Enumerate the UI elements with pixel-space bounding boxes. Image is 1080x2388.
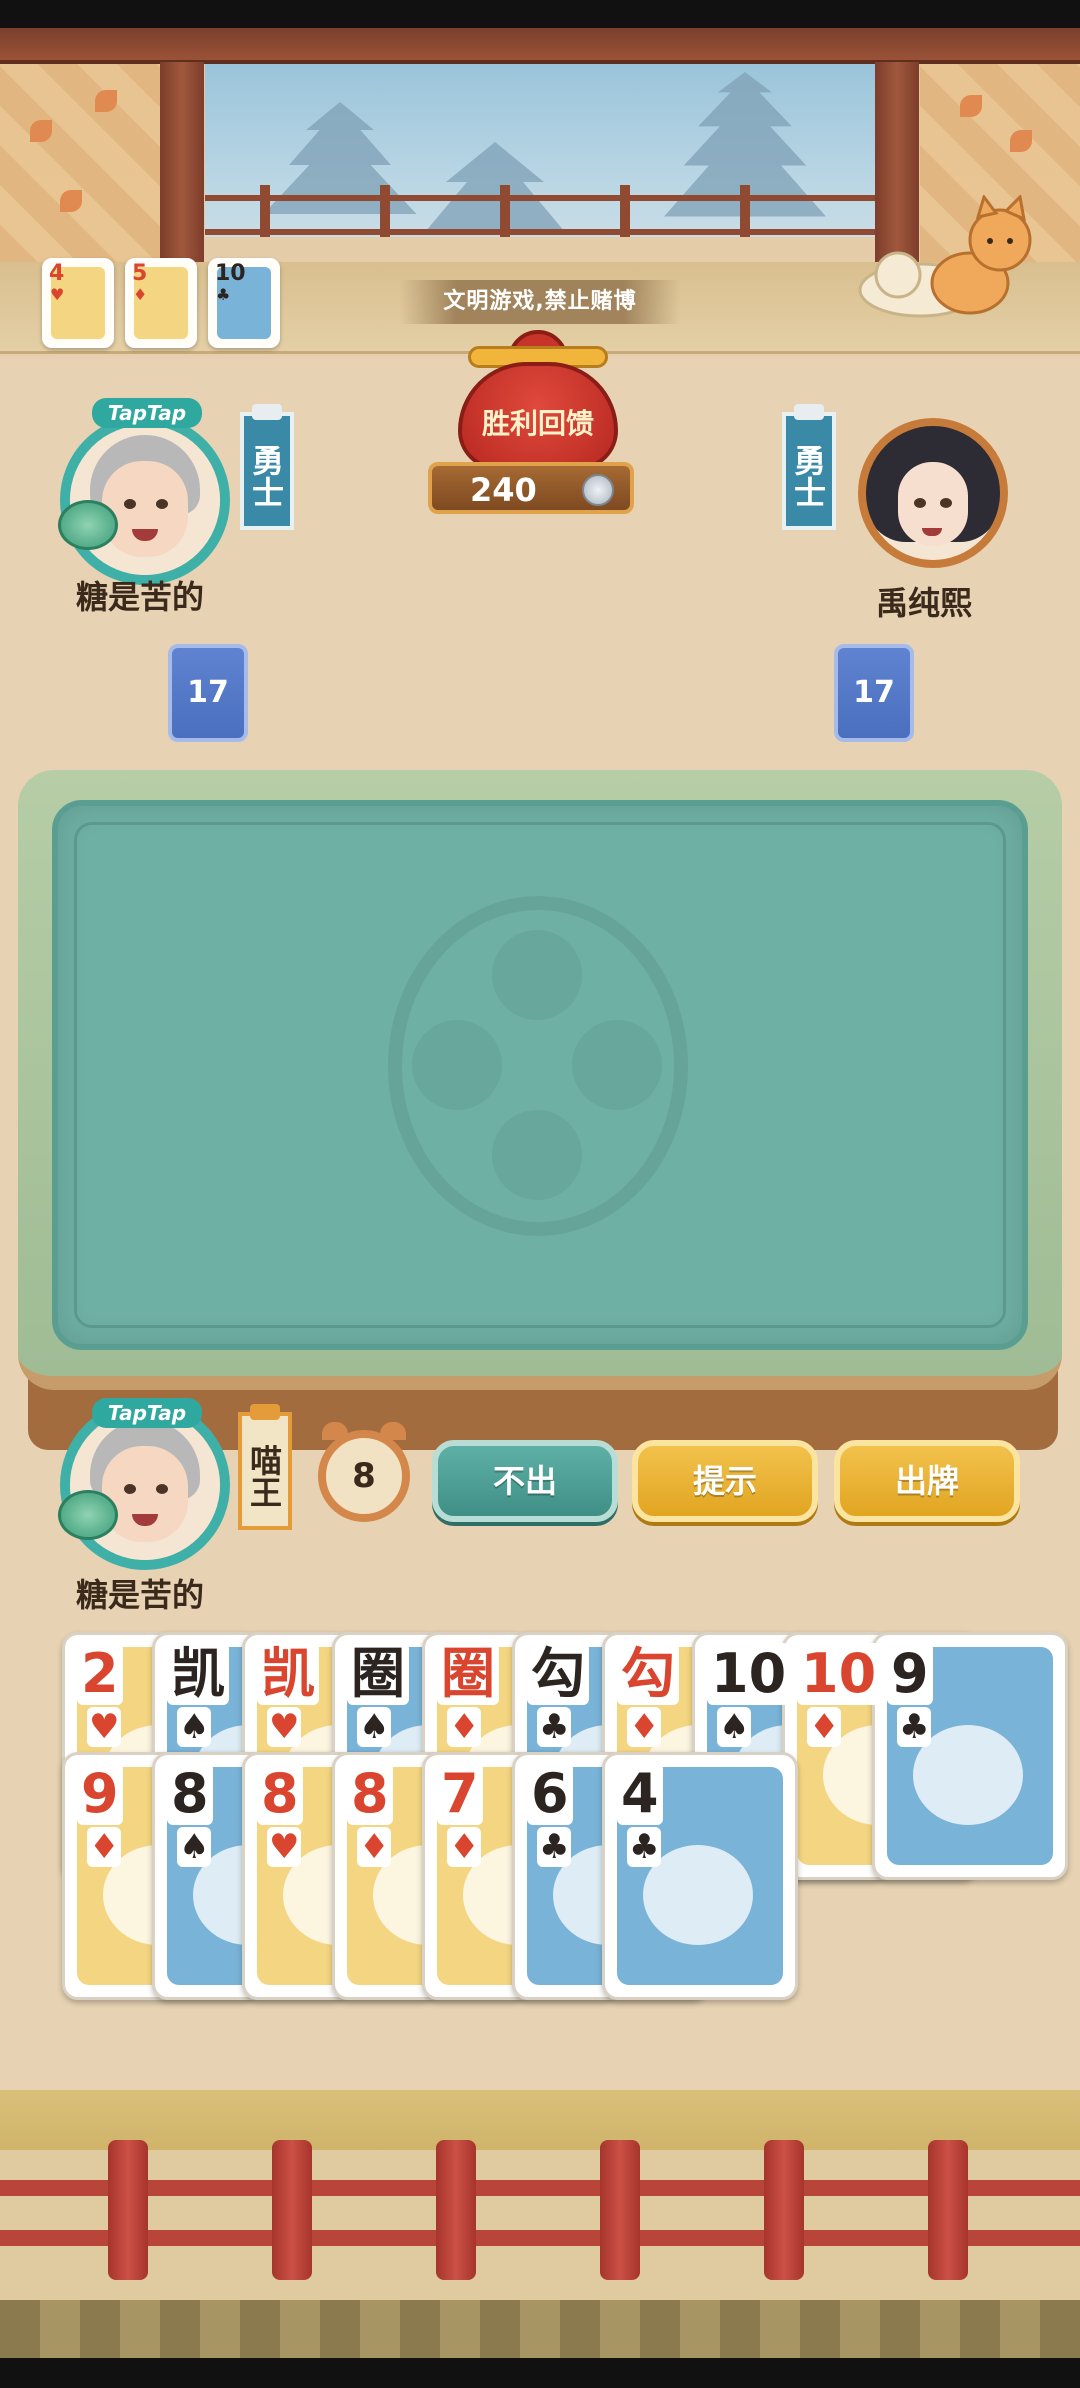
card-suit: ♦ <box>807 1707 842 1747</box>
nav-bar <box>0 2358 1080 2388</box>
fence-post <box>108 2140 148 2280</box>
leaf-decor <box>60 190 82 212</box>
leaf-decor <box>95 90 117 112</box>
card-suit: ♥ <box>267 1827 302 1867</box>
reward-amount-bar: 240 <box>428 462 634 514</box>
fence-post <box>272 2140 312 2280</box>
card-rank: 7 <box>437 1763 483 1825</box>
reward-amount: 240 <box>470 471 537 509</box>
railing-post <box>740 185 750 237</box>
last-played-card: 4 ♥ <box>42 258 114 348</box>
card-rank: 9 <box>77 1763 123 1825</box>
card-rank: 4 <box>49 261 65 286</box>
card-suit: ♥ <box>50 285 65 304</box>
card-suit: ♦ <box>627 1707 662 1747</box>
rank-tag-right: 勇士 <box>782 404 836 530</box>
last-played-card: 10 ♣ <box>208 258 280 348</box>
fence-rail <box>0 2180 1080 2196</box>
player-name-left: 糖是苦的 <box>76 578 205 616</box>
card-suit: ♠ <box>357 1707 392 1747</box>
fence-post <box>928 2140 968 2280</box>
hand-card[interactable]: 4 ♣ <box>602 1752 798 2000</box>
card-rank: 5 <box>132 261 148 286</box>
jade-decor <box>58 1490 118 1540</box>
card-rank: 勾 <box>617 1643 679 1705</box>
fence-post <box>600 2140 640 2280</box>
card-suit: ♥ <box>87 1707 122 1747</box>
cards-left-count: 17 <box>168 644 248 742</box>
card-suit: ♣ <box>627 1827 662 1867</box>
card-rank: 4 <box>617 1763 663 1825</box>
card-suit: ♦ <box>447 1827 482 1867</box>
card-suit: ♦ <box>133 285 148 304</box>
card-rank: 2 <box>77 1643 123 1705</box>
railing-post <box>380 185 390 237</box>
card-rank: 勾 <box>527 1643 589 1705</box>
card-suit: ♣ <box>216 285 231 304</box>
leaf-decor <box>30 120 52 142</box>
card-suit: ♠ <box>177 1707 212 1747</box>
fence-post <box>436 2140 476 2280</box>
pillar <box>160 62 204 262</box>
leaf-decor <box>1010 130 1032 152</box>
rank-tag-self: 喵王 <box>238 1404 292 1530</box>
card-rank: 9 <box>887 1643 933 1705</box>
card-rank: 圈 <box>347 1643 409 1705</box>
card-suit: ♣ <box>537 1707 572 1747</box>
play-area <box>52 800 1028 1350</box>
cards-left-count: 17 <box>834 644 914 742</box>
wall-pattern-left <box>0 64 160 264</box>
pass-button[interactable]: 不出 <box>432 1440 618 1522</box>
player-name-self: 糖是苦的 <box>76 1576 205 1614</box>
card-rank: 8 <box>347 1763 393 1825</box>
floor-band <box>0 2090 1080 2150</box>
hint-button[interactable]: 提示 <box>632 1440 818 1522</box>
railing-post <box>260 185 270 237</box>
turn-timer: 8 <box>318 1422 410 1522</box>
taptap-badge: TapTap <box>92 398 202 428</box>
leaf-decor <box>960 95 982 117</box>
card-rank: 8 <box>257 1763 303 1825</box>
card-rank: 10 <box>797 1643 881 1705</box>
railing-post <box>620 185 630 237</box>
roof-beam <box>0 28 1080 64</box>
status-bar <box>0 0 1080 28</box>
card-rank: 圈 <box>437 1643 499 1705</box>
reward-label: 胜利回馈 <box>481 407 594 440</box>
railing-post <box>500 185 510 237</box>
card-suit: ♣ <box>537 1827 572 1867</box>
rank-tag-left: 勇士 <box>240 404 294 530</box>
card-suit: ♣ <box>897 1707 932 1747</box>
coin-icon <box>582 474 614 506</box>
card-rank: 10 <box>215 261 246 286</box>
card-rank: 10 <box>707 1643 791 1705</box>
card-suit: ♠ <box>717 1707 752 1747</box>
avatar-frame <box>858 418 1008 568</box>
hand-card[interactable]: 9 ♣ <box>872 1632 1068 1880</box>
last-played-card: 5 ♦ <box>125 258 197 348</box>
card-rank: 凯 <box>167 1643 229 1705</box>
card-rank: 8 <box>167 1763 213 1825</box>
card-rank: 凯 <box>257 1643 319 1705</box>
jade-decor <box>58 500 118 550</box>
card-suit: ♠ <box>177 1827 212 1867</box>
fence-rail <box>0 2230 1080 2246</box>
cats-decor <box>858 195 1032 318</box>
fence-post <box>764 2140 804 2280</box>
railing <box>205 195 875 235</box>
card-suit: ♥ <box>267 1707 302 1747</box>
taptap-badge: TapTap <box>92 1398 202 1428</box>
card-suit: ♦ <box>447 1707 482 1747</box>
play-button[interactable]: 出牌 <box>834 1440 1020 1522</box>
card-rank: 6 <box>527 1763 573 1825</box>
player-name-right: 禹纯熙 <box>876 584 973 622</box>
card-suit: ♦ <box>357 1827 392 1867</box>
notice-banner: 文明游戏,禁止赌博 <box>400 280 680 324</box>
grass <box>0 2300 1080 2360</box>
card-suit: ♦ <box>87 1827 122 1867</box>
reward-bag[interactable]: 胜利回馈 <box>448 330 628 470</box>
